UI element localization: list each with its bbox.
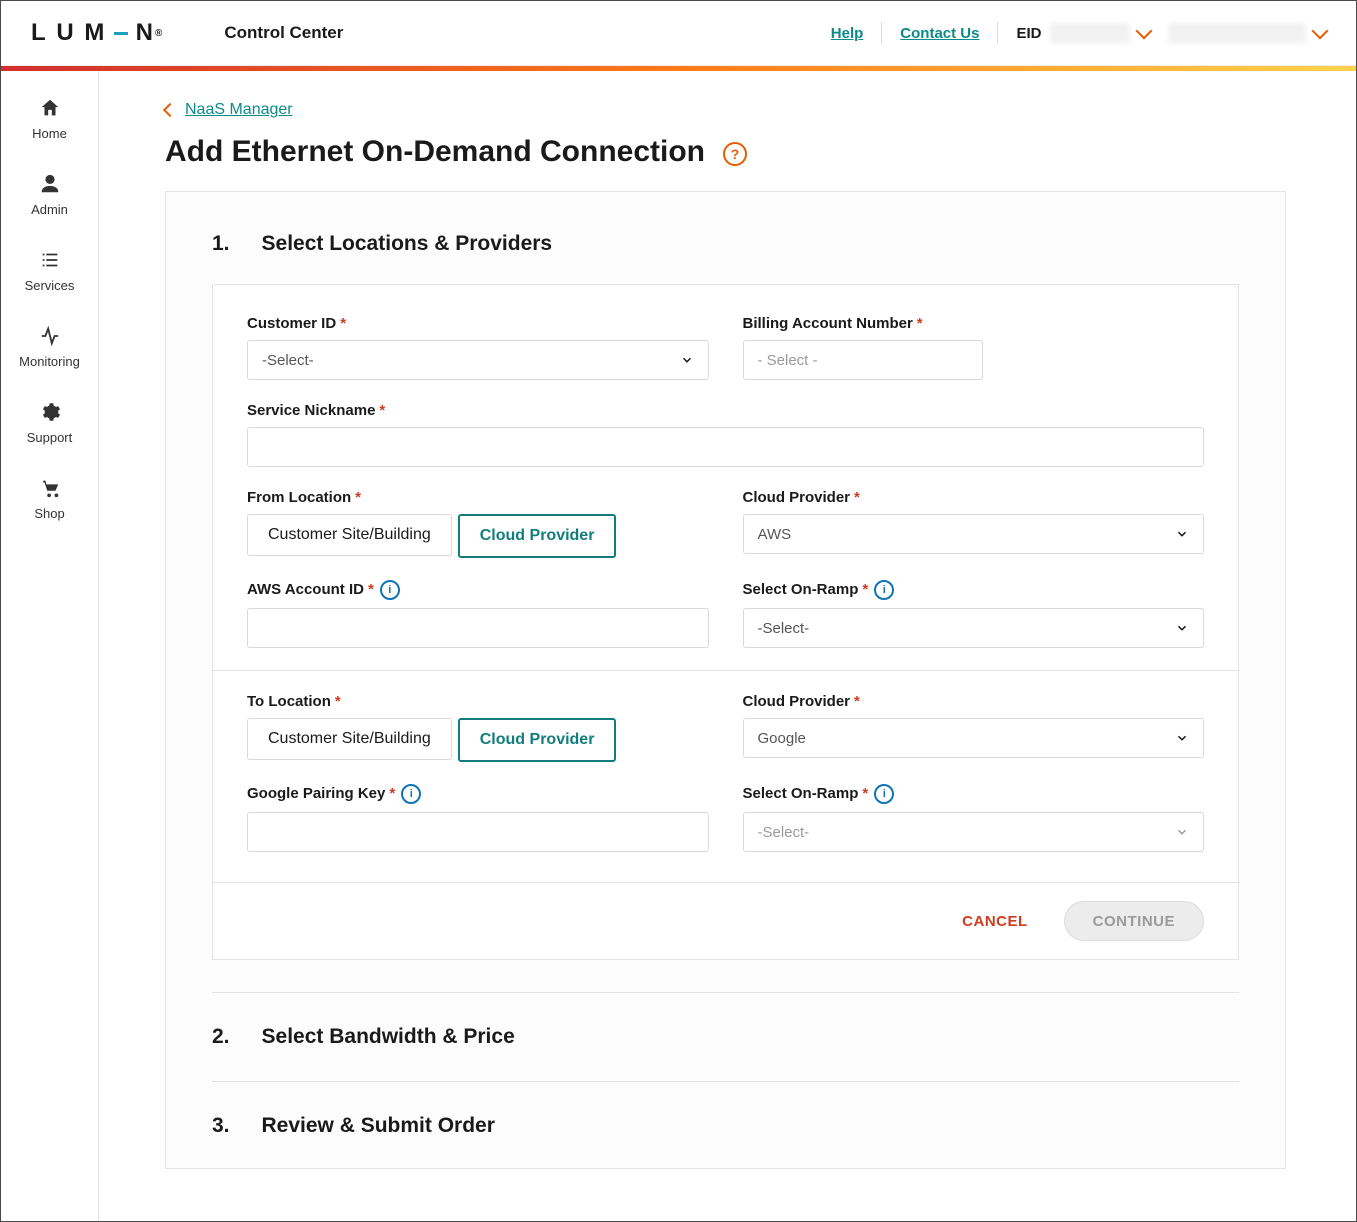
eid-value: xxxxxxx [1050, 23, 1131, 44]
wizard-panel: 1. Select Locations & Providers Customer… [165, 191, 1286, 1169]
step-1-header: 1. Select Locations & Providers [212, 232, 1239, 256]
select-placeholder: - Select - [758, 352, 818, 369]
select-value: -Select- [262, 352, 314, 369]
select-value: AWS [758, 526, 792, 543]
billing-account-select[interactable]: - Select - [743, 340, 983, 380]
step-3-header: 3. Review & Submit Order [212, 1081, 1239, 1138]
step-number: 1. [212, 232, 230, 256]
sidebar-item-label: Support [27, 430, 73, 445]
sidebar-item-services[interactable]: Services [1, 237, 98, 305]
user-icon [39, 173, 61, 195]
select-value: Google [758, 730, 806, 747]
list-icon [39, 249, 61, 271]
google-pairing-key-label: Google Pairing Key*i [247, 784, 709, 804]
from-onramp-label: Select On-Ramp*i [743, 580, 1205, 600]
eid-label: EID [1016, 25, 1041, 42]
info-icon[interactable]: i [874, 784, 894, 804]
service-nickname-input[interactable] [247, 427, 1204, 467]
to-location-segment: Customer Site/Building Cloud Provider [247, 718, 709, 762]
chevron-down-icon [1312, 23, 1329, 40]
activity-icon [39, 325, 61, 347]
from-onramp-select[interactable]: -Select- [743, 608, 1205, 648]
main-content: NaaS Manager Add Ethernet On-Demand Conn… [99, 71, 1356, 1221]
from-seg-customer-site[interactable]: Customer Site/Building [247, 514, 452, 556]
sidebar-item-shop[interactable]: Shop [1, 465, 98, 533]
customer-id-select[interactable]: -Select- [247, 340, 709, 380]
sidebar-item-home[interactable]: Home [1, 85, 98, 153]
info-icon[interactable]: i [401, 784, 421, 804]
top-bar: L U M N® Control Center Help Contact Us … [1, 1, 1356, 66]
account-value: xxxxxxxxxxxx [1168, 23, 1306, 44]
from-location-label: From Location* [247, 489, 709, 506]
info-icon[interactable]: i [874, 580, 894, 600]
chevron-left-icon [163, 103, 177, 117]
step-title: Select Locations & Providers [262, 232, 553, 256]
to-seg-customer-site[interactable]: Customer Site/Building [247, 718, 452, 760]
divider [213, 670, 1238, 671]
to-seg-cloud-provider[interactable]: Cloud Provider [458, 718, 617, 762]
chevron-down-icon [1175, 527, 1189, 541]
customer-id-label: Customer ID* [247, 315, 709, 332]
step-1-card: Customer ID* -Select- Billing Account Nu… [212, 284, 1239, 960]
from-seg-cloud-provider[interactable]: Cloud Provider [458, 514, 617, 558]
service-nickname-label: Service Nickname* [247, 402, 1204, 419]
step-2-header: 2. Select Bandwidth & Price [212, 992, 1239, 1049]
info-icon[interactable]: i [380, 580, 400, 600]
gear-icon [39, 401, 61, 423]
breadcrumb[interactable]: NaaS Manager [165, 101, 1286, 119]
from-location-segment: Customer Site/Building Cloud Provider [247, 514, 709, 558]
aws-account-id-input[interactable] [247, 608, 709, 648]
sidebar-item-support[interactable]: Support [1, 389, 98, 457]
breadcrumb-link[interactable]: NaaS Manager [185, 101, 293, 119]
sidebar-item-label: Monitoring [19, 354, 80, 369]
help-icon[interactable]: ? [723, 142, 747, 166]
contact-link[interactable]: Contact Us [900, 25, 979, 42]
chevron-down-icon [1136, 23, 1153, 40]
select-value: -Select- [758, 620, 810, 637]
from-cloud-provider-label: Cloud Provider* [743, 489, 1205, 506]
eid-menu[interactable]: EID xxxxxxx [1016, 23, 1150, 44]
select-value: -Select- [758, 824, 810, 841]
to-location-label: To Location* [247, 693, 709, 710]
cancel-button[interactable]: CANCEL [956, 912, 1034, 931]
sidebar-item-label: Shop [34, 506, 64, 521]
sidebar-item-label: Home [32, 126, 67, 141]
chevron-down-icon [1175, 621, 1189, 635]
step-title: Select Bandwidth & Price [262, 1025, 515, 1049]
chevron-down-icon [1175, 825, 1189, 839]
from-cloud-provider-select[interactable]: AWS [743, 514, 1205, 554]
sidebar: Home Admin Services Monitoring Support S… [1, 71, 99, 1221]
separator [997, 22, 998, 44]
billing-account-label: Billing Account Number* [743, 315, 1205, 332]
separator [881, 22, 882, 44]
google-pairing-key-input[interactable] [247, 812, 709, 852]
cart-icon [39, 477, 61, 499]
app-name: Control Center [224, 23, 343, 43]
brand-logo: L U M N® [31, 19, 164, 47]
sidebar-item-label: Admin [31, 202, 68, 217]
aws-account-id-label: AWS Account ID*i [247, 580, 709, 600]
sidebar-item-admin[interactable]: Admin [1, 161, 98, 229]
step-number: 3. [212, 1114, 230, 1138]
to-onramp-label: Select On-Ramp*i [743, 784, 1205, 804]
chevron-down-icon [680, 353, 694, 367]
account-menu[interactable]: xxxxxxxxxxxx [1168, 23, 1326, 44]
step-number: 2. [212, 1025, 230, 1049]
page-title: Add Ethernet On-Demand Connection [165, 135, 705, 169]
to-cloud-provider-label: Cloud Provider* [743, 693, 1205, 710]
to-onramp-select[interactable]: -Select- [743, 812, 1205, 852]
card-footer: CANCEL CONTINUE [213, 882, 1238, 959]
sidebar-item-monitoring[interactable]: Monitoring [1, 313, 98, 381]
chevron-down-icon [1175, 731, 1189, 745]
sidebar-item-label: Services [25, 278, 75, 293]
step-title: Review & Submit Order [262, 1114, 495, 1138]
help-link[interactable]: Help [831, 25, 864, 42]
to-cloud-provider-select[interactable]: Google [743, 718, 1205, 758]
home-icon [39, 97, 61, 119]
continue-button[interactable]: CONTINUE [1064, 901, 1204, 941]
